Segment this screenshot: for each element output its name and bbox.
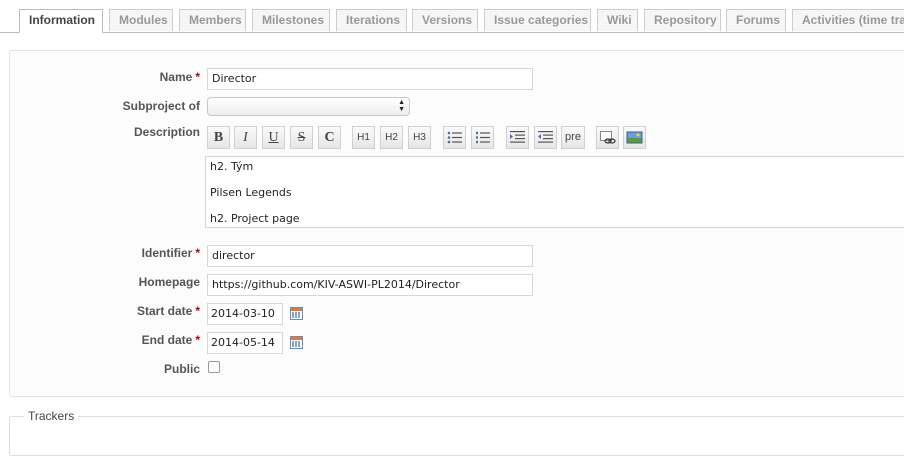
- description-line: h2. Project page: [210, 212, 300, 225]
- tab-forums[interactable]: Forums: [726, 9, 786, 31]
- preformatted-button[interactable]: pre: [561, 126, 585, 149]
- indent-icon: [510, 131, 525, 143]
- italic-button[interactable]: I: [234, 126, 257, 149]
- subproject-select[interactable]: ▲ ▼: [207, 97, 410, 116]
- tab-modules[interactable]: Modules: [109, 9, 173, 31]
- ordered-list-icon: [476, 131, 490, 144]
- end-date-input[interactable]: 2014-05-14: [207, 332, 283, 354]
- subproject-label: Subproject of: [122, 99, 200, 113]
- trackers-legend: Trackers: [24, 409, 79, 423]
- heading-2-button[interactable]: H2: [380, 126, 403, 149]
- description-line: h2. Tým: [210, 160, 254, 173]
- code-button[interactable]: C: [318, 126, 341, 149]
- name-label: Name *: [159, 70, 200, 84]
- description-textarea[interactable]: h2. Tým Pilsen Legends h2. Project page: [205, 156, 904, 228]
- image-icon: [626, 131, 643, 144]
- tab-activities[interactable]: Activities (time tracking): [792, 9, 904, 31]
- end-date-label: End date *: [141, 333, 200, 347]
- tab-information[interactable]: Information: [19, 9, 103, 33]
- identifier-label: Identifier *: [141, 246, 200, 260]
- start-date-label: Start date *: [136, 304, 200, 318]
- trackers-fieldset: [9, 416, 904, 456]
- start-date-input[interactable]: 2014-03-10: [207, 303, 283, 325]
- strikethrough-button[interactable]: S: [290, 126, 313, 149]
- bold-button[interactable]: B: [207, 126, 230, 149]
- required-marker: *: [195, 70, 200, 84]
- tab-wiki[interactable]: Wiki: [597, 9, 638, 31]
- link-button[interactable]: [596, 126, 619, 149]
- identifier-input[interactable]: director: [207, 245, 533, 267]
- underline-button[interactable]: U: [262, 126, 285, 149]
- tab-issue-categories[interactable]: Issue categories: [484, 9, 591, 31]
- select-arrows-icon: ▲ ▼: [398, 99, 405, 113]
- required-marker: *: [195, 304, 200, 318]
- outdent-button[interactable]: [534, 126, 557, 149]
- image-button[interactable]: [623, 126, 646, 149]
- outdent-icon: [538, 131, 553, 143]
- tab-members[interactable]: Members: [179, 9, 246, 31]
- heading-3-button[interactable]: H3: [408, 126, 431, 149]
- tab-repository[interactable]: Repository: [644, 9, 721, 31]
- required-marker: *: [195, 246, 200, 260]
- name-input[interactable]: Director: [207, 68, 533, 90]
- public-label: Public: [163, 362, 200, 376]
- tab-milestones[interactable]: Milestones: [252, 9, 330, 31]
- heading-1-button[interactable]: H1: [352, 126, 375, 149]
- project-settings-tabs: Information Modules Members Milestones I…: [0, 0, 904, 33]
- unordered-list-button[interactable]: [443, 126, 466, 149]
- tab-versions[interactable]: Versions: [412, 9, 478, 31]
- description-label: Description: [133, 125, 200, 139]
- required-marker: *: [195, 333, 200, 347]
- indent-button[interactable]: [506, 126, 529, 149]
- description-line: Pilsen Legends: [210, 186, 292, 199]
- homepage-input[interactable]: https://github.com/KIV-ASWI-PL2014/Direc…: [207, 274, 533, 296]
- public-checkbox[interactable]: [208, 361, 220, 373]
- ordered-list-button[interactable]: [471, 126, 494, 149]
- homepage-label: Homepage: [138, 275, 200, 289]
- link-icon: [600, 131, 616, 144]
- calendar-icon[interactable]: [290, 336, 303, 349]
- calendar-icon[interactable]: [290, 307, 303, 320]
- tab-iterations[interactable]: Iterations: [336, 9, 407, 31]
- unordered-list-icon: [447, 131, 462, 144]
